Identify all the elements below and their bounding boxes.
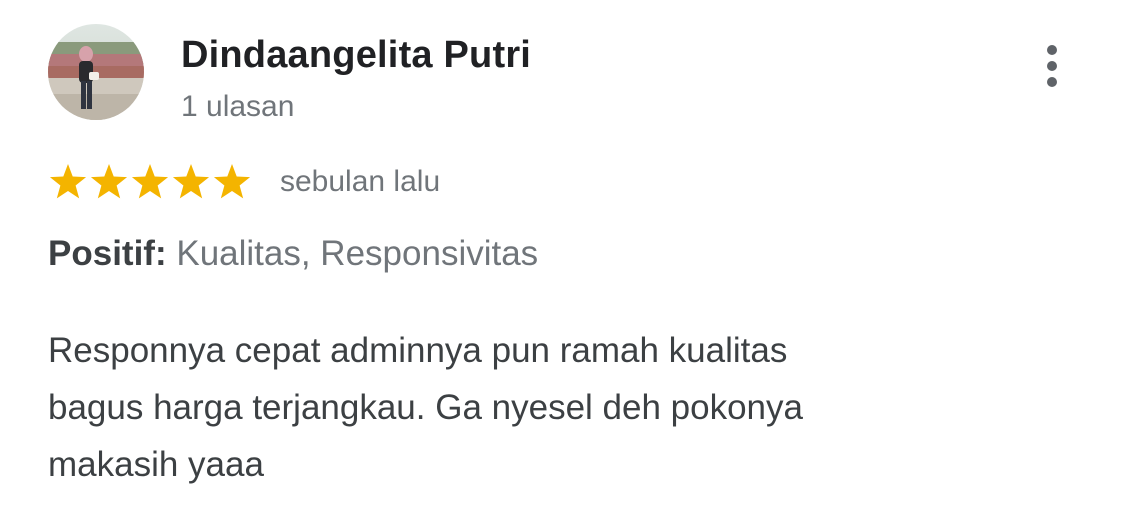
rating-row: sebulan lalu xyxy=(48,160,440,204)
review-time: sebulan lalu xyxy=(280,165,441,198)
highlights-values: Kualitas, Responsivitas xyxy=(176,234,539,273)
review-text: Responnya cepat adminnya pun ramah kuali… xyxy=(48,322,1048,493)
highlights-label: Positif: xyxy=(48,234,167,273)
review-text-line: makasih yaaa xyxy=(48,445,264,484)
author-name[interactable]: Dindaangelita Putri xyxy=(181,34,531,77)
review-text-line: bagus harga terjangkau. Ga nyesel deh po… xyxy=(48,388,803,427)
more-vertical-icon xyxy=(1047,45,1057,87)
highlights: Positif: Kualitas, Responsivitas xyxy=(48,234,538,274)
star-rating xyxy=(48,162,253,202)
star-icon xyxy=(90,164,128,199)
star-icon xyxy=(213,164,251,199)
author-review-count: 1 ulasan xyxy=(181,90,295,123)
star-icon xyxy=(49,164,87,199)
review-card: Dindaangelita Putri 1 ulasan sebulan lal… xyxy=(0,0,1125,514)
star-icon xyxy=(131,164,169,199)
avatar-photo-icon xyxy=(48,24,144,120)
more-options-button[interactable] xyxy=(1030,42,1074,90)
author-avatar[interactable] xyxy=(48,24,144,120)
star-icon xyxy=(172,164,210,199)
review-text-line: Responnya cepat adminnya pun ramah kuali… xyxy=(48,331,788,370)
